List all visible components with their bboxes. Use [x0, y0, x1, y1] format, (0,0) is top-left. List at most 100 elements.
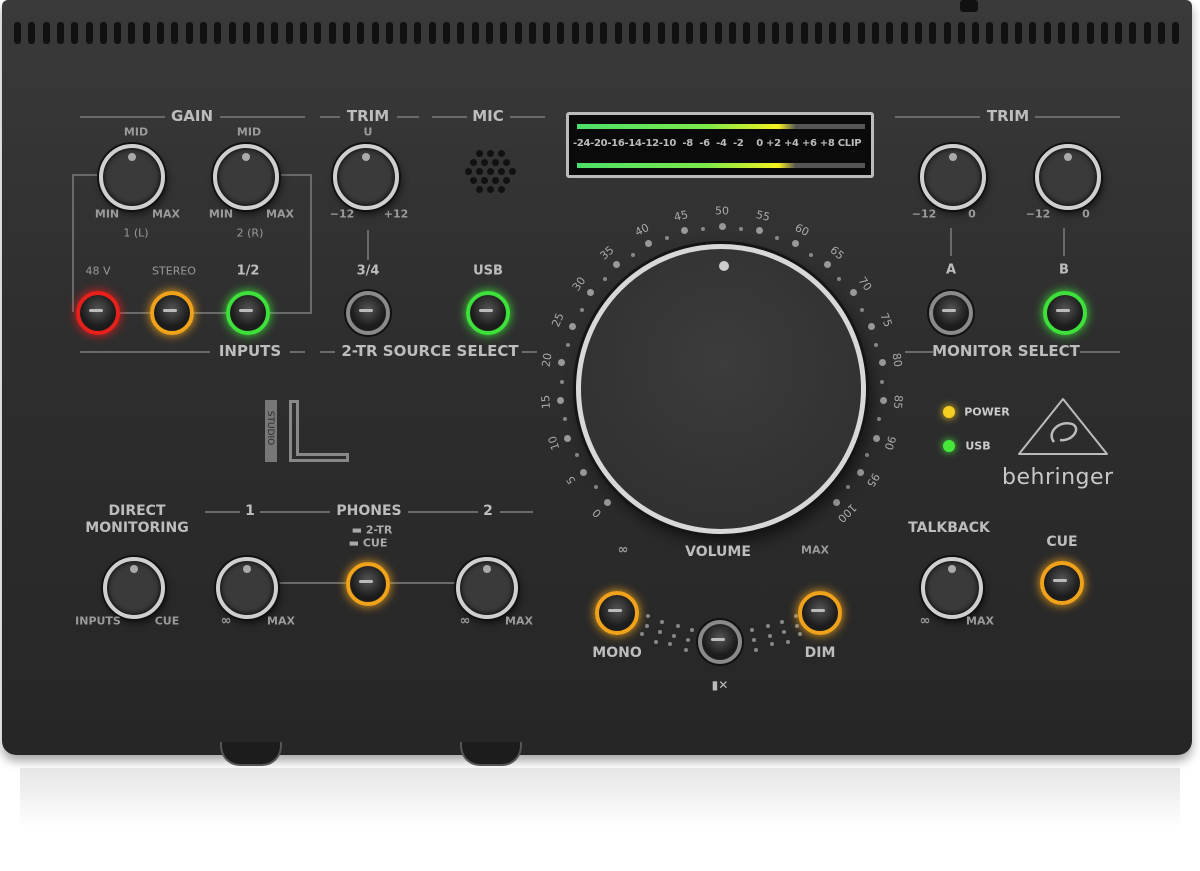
scale-dot: [680, 226, 688, 234]
divider: [905, 351, 933, 353]
decor-dot: [750, 628, 754, 632]
dim-button[interactable]: [798, 591, 842, 635]
divider: [397, 116, 419, 118]
monitor-select-label: MONITOR SELECT: [932, 342, 1080, 360]
decor-dot: [640, 632, 644, 636]
phones-option-cue: ▬ CUE: [348, 536, 388, 550]
vent-slot: [686, 22, 694, 44]
volume-max-label: MAX: [801, 543, 829, 557]
mic-hole: [497, 150, 505, 157]
scale-label: 80: [889, 352, 905, 369]
link-line: [194, 312, 226, 314]
max-label: MAX: [267, 614, 295, 628]
phones-source-button[interactable]: [346, 562, 390, 606]
speaker-mute-icon: ▮✕: [711, 678, 729, 692]
divider: [320, 116, 340, 118]
vent-slot: [457, 22, 465, 44]
scale-minor-dot: [859, 307, 864, 312]
vent-slot: [829, 22, 837, 44]
mic-hole: [464, 168, 472, 175]
monitor-b-button[interactable]: [1043, 291, 1087, 335]
vent-slot: [500, 22, 508, 44]
mono-button[interactable]: [595, 591, 639, 635]
scale-label: 20: [539, 352, 555, 369]
direct-monitoring-knob[interactable]: [103, 557, 165, 619]
vent-slot: [557, 22, 565, 44]
vent-slot: [514, 22, 522, 44]
mic-hole: [486, 168, 494, 175]
vent-slot: [414, 22, 422, 44]
trim-header: TRIM: [346, 107, 390, 125]
vent-slot: [371, 22, 379, 44]
volume-label: VOLUME: [685, 544, 751, 560]
mic-hole: [497, 186, 505, 193]
vent-slot: [671, 22, 679, 44]
cue-button[interactable]: [1040, 561, 1084, 605]
talkback-knob[interactable]: [921, 557, 983, 619]
monitor-a-button[interactable]: [929, 291, 973, 335]
gain1-mid-label: MID: [123, 125, 149, 139]
phones-2-knob[interactable]: [456, 557, 518, 619]
decor-dot: [654, 640, 658, 644]
usb-led: [943, 440, 955, 452]
decor-dot: [780, 620, 784, 624]
scale-dot: [718, 222, 726, 230]
divider: [320, 351, 335, 353]
scale-minor-dot: [602, 277, 607, 282]
brand-logo: behringer: [1002, 465, 1114, 490]
vent-slot: [1057, 22, 1065, 44]
vent-slot: [1129, 22, 1137, 44]
vent-slot: [757, 22, 765, 44]
volume-knob[interactable]: [576, 244, 866, 534]
trim-b-knob[interactable]: [1035, 144, 1101, 210]
max-label: MAX: [266, 207, 294, 221]
gain-1-knob[interactable]: [99, 144, 165, 210]
phones-option-2tr: ▬ 2-TR: [351, 523, 393, 537]
divider: [80, 116, 165, 118]
mono-label: MONO: [592, 645, 642, 661]
output-b-label: B: [1059, 262, 1069, 278]
phones-1-knob[interactable]: [216, 557, 278, 619]
mute-button[interactable]: [698, 620, 742, 664]
mic-hole: [503, 159, 510, 166]
source-usb-button[interactable]: [466, 291, 510, 335]
output-a-label: A: [945, 262, 957, 278]
vent-slot: [1115, 22, 1123, 44]
stereo-button[interactable]: [150, 291, 194, 335]
input-12-label: 1/2: [236, 263, 260, 279]
vent-slot: [328, 22, 336, 44]
option-label: 2-TR: [365, 523, 393, 537]
trim-a-knob[interactable]: [920, 144, 986, 210]
decor-dot: [668, 642, 672, 646]
vent-slot: [1100, 22, 1108, 44]
decor-dot: [658, 630, 662, 634]
mic-hole: [497, 168, 505, 175]
min-label: −12: [911, 207, 937, 221]
channel-label: 2 (R): [236, 226, 264, 240]
vent-slot: [14, 22, 21, 44]
meter-bar-left: [577, 124, 865, 129]
vent-slot: [1158, 22, 1165, 44]
vent-slot: [586, 22, 593, 44]
behringer-logo-icon: [1018, 398, 1108, 455]
gain-2-knob[interactable]: [213, 144, 279, 210]
reflection: [20, 768, 1180, 828]
vent-slot: [1043, 22, 1051, 44]
top-button[interactable]: [960, 0, 978, 12]
source-34-button[interactable]: [346, 291, 390, 335]
scale-dot: [568, 322, 576, 330]
phones-1-label: 1: [245, 503, 255, 519]
vent-slot: [56, 22, 64, 44]
vent-slot: [185, 22, 193, 44]
mic-header: MIC: [472, 107, 504, 125]
scale-minor-dot: [560, 379, 565, 384]
decor-dot: [672, 634, 676, 638]
input-12-button[interactable]: [226, 291, 270, 335]
trim-knob[interactable]: [333, 144, 399, 210]
divider: [895, 116, 980, 118]
48v-button[interactable]: [76, 291, 120, 335]
gain2-mid-label: MID: [236, 125, 262, 139]
min-label: −12: [1025, 207, 1051, 221]
max-label: 0: [968, 207, 976, 221]
vent-slot: [342, 22, 350, 44]
